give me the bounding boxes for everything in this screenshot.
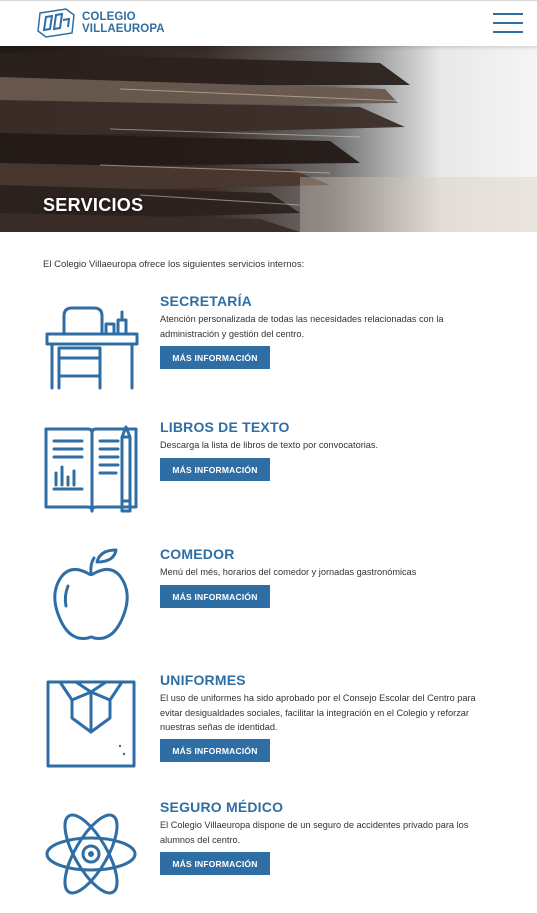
more-info-button[interactable]: MÁS INFORMACIÓN: [160, 739, 270, 762]
menu-bar: [493, 13, 523, 15]
site-header: COLEGIO VILLAEUROPA: [0, 0, 537, 46]
book-pencil-icon: [44, 425, 138, 513]
service-description: El Colegio Villaeuropa dispone de un seg…: [160, 820, 469, 845]
logo-line-1: COLEGIO: [82, 11, 136, 23]
logo-emblem-icon: [37, 8, 75, 38]
service-comedor: COMEDOR Menú del més, horarios del comed…: [0, 546, 537, 646]
service-description: El uso de uniformes ha sido aprobado por…: [160, 693, 476, 732]
page-title: SERVICIOS: [43, 195, 144, 215]
service-seguro-medico: SEGURO MÉDICO El Colegio Villaeuropa dis…: [0, 799, 537, 899]
service-libros-de-texto: LIBROS DE TEXTO Descarga la lista de lib…: [0, 419, 537, 519]
service-description: Menú del més, horarios del comedor y jor…: [160, 567, 417, 577]
logo-text: COLEGIO VILLAEUROPA: [82, 11, 165, 35]
folded-shirt-icon: [46, 680, 136, 768]
service-title: UNIFORMES: [160, 672, 246, 688]
more-info-button[interactable]: MÁS INFORMACIÓN: [160, 346, 270, 369]
service-title: SEGURO MÉDICO: [160, 799, 284, 815]
desk-icon: [45, 306, 139, 390]
hamburger-menu-icon[interactable]: [493, 13, 523, 35]
more-info-button[interactable]: MÁS INFORMACIÓN: [160, 585, 270, 608]
service-title: SECRETARÍA: [160, 293, 252, 309]
atom-icon: [45, 813, 137, 895]
service-secretaria: SECRETARÍA Atención personalizada de tod…: [0, 293, 537, 393]
logo-line-2: VILLAEUROPA: [82, 23, 165, 35]
intro-text: El Colegio Villaeuropa ofrece los siguie…: [43, 259, 305, 270]
service-description: Descarga la lista de libros de texto por…: [160, 440, 379, 450]
school-logo[interactable]: COLEGIO VILLAEUROPA: [36, 7, 165, 39]
menu-bar: [493, 22, 523, 24]
menu-bar: [493, 31, 523, 33]
service-title: LIBROS DE TEXTO: [160, 419, 290, 435]
service-uniformes: UNIFORMES El uso de uniformes ha sido ap…: [0, 672, 537, 772]
more-info-button[interactable]: MÁS INFORMACIÓN: [160, 458, 270, 481]
service-description: Atención personalizada de todas las nece…: [160, 314, 444, 339]
service-title: COMEDOR: [160, 546, 235, 562]
more-info-button[interactable]: MÁS INFORMACIÓN: [160, 852, 270, 875]
apple-icon: [53, 548, 129, 640]
hero-banner: SERVICIOS: [0, 45, 537, 232]
